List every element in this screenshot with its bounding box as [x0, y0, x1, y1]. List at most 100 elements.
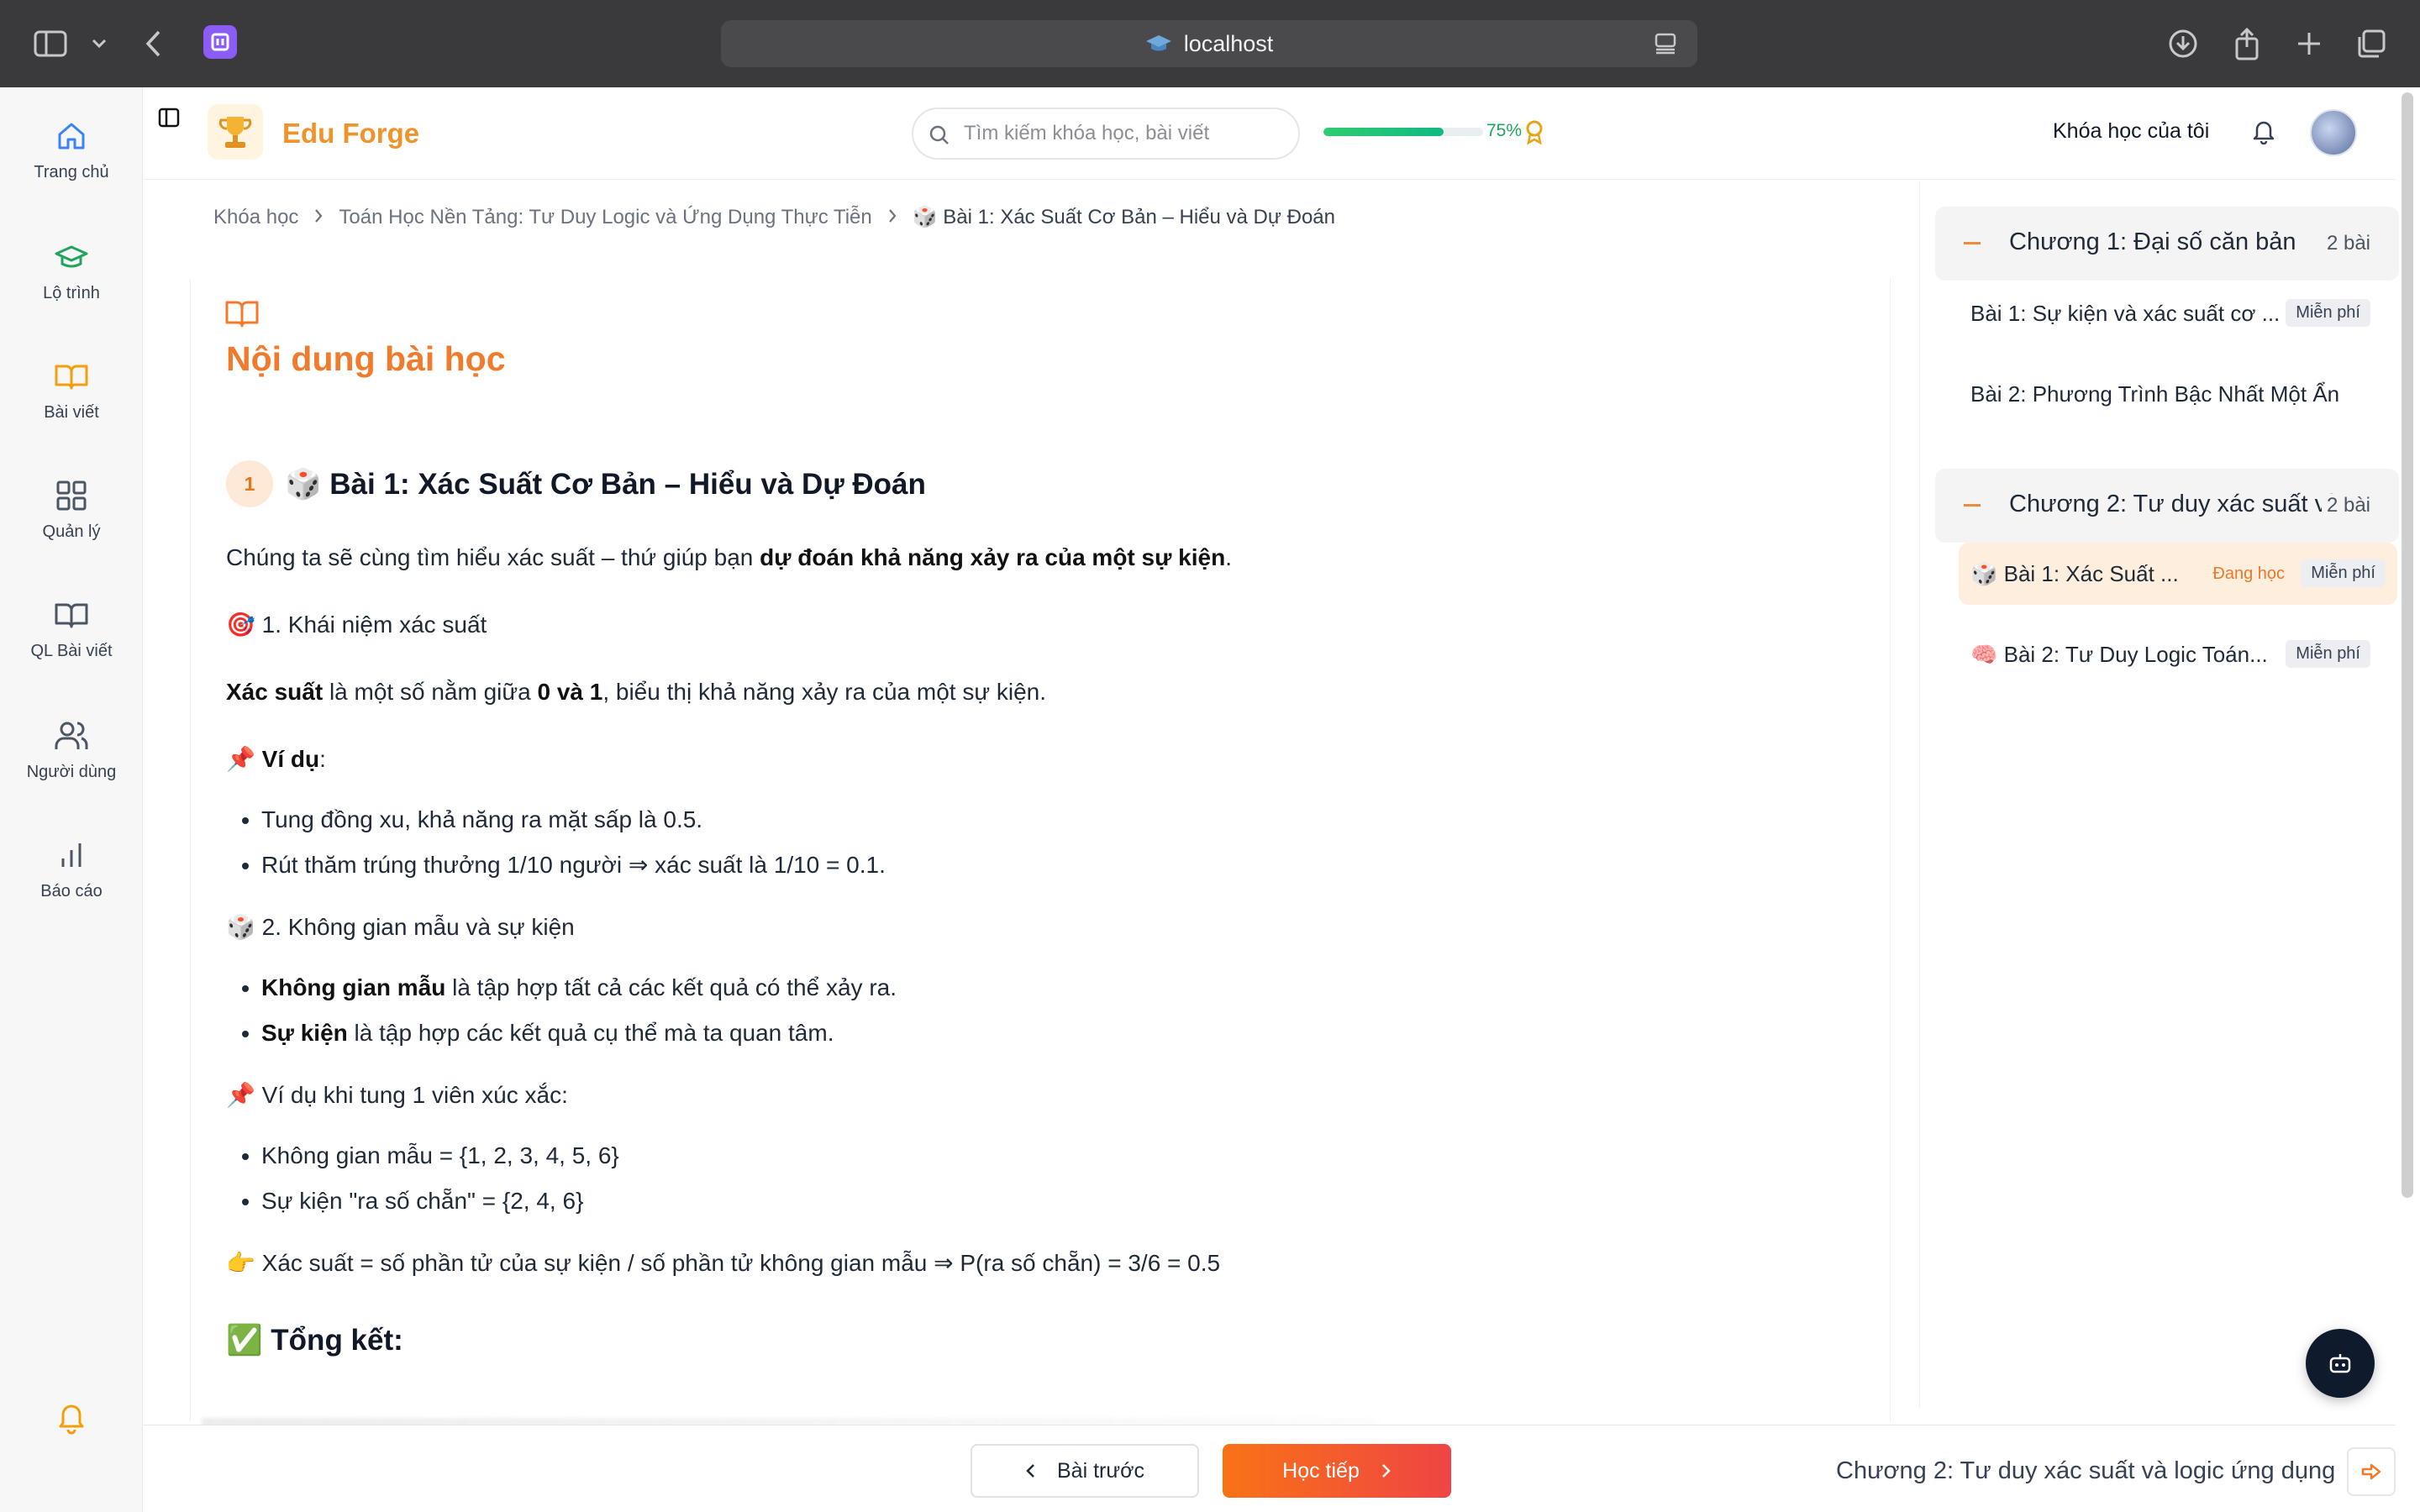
formula-paragraph: 👉 Xác suất = số phần tử của sự kiện / số…	[226, 1250, 1221, 1276]
collapse-icon	[1964, 504, 1981, 507]
outline-lesson-title: 🎲 Bài 1: Xác Suất ...	[1970, 561, 2179, 586]
bar-chart-icon	[53, 837, 90, 874]
reader-mode-icon[interactable]	[1654, 32, 1677, 60]
avatar[interactable]	[2310, 109, 2357, 156]
list-item: Không gian mẫu = {1, 2, 3, 4, 5, 6}	[261, 1139, 1823, 1173]
progress-fill	[1323, 128, 1444, 136]
bell-icon	[53, 1398, 90, 1435]
next-lesson-button[interactable]: Học tiếp	[1223, 1444, 1451, 1498]
graduation-cap-icon	[53, 239, 90, 276]
graduation-cap-favicon-icon	[1145, 35, 1171, 51]
home-icon	[53, 118, 90, 155]
free-badge: Miễn phí	[2286, 640, 2370, 668]
chapter-header[interactable]: Chương 2: Tư duy xác suất và 2 bài	[1935, 469, 2399, 543]
bell-icon[interactable]	[2251, 118, 2276, 149]
chapter-title: Chương 1: Đại số căn bản	[2009, 228, 2296, 255]
outline-lesson-active[interactable]: 🎲 Bài 1: Xác Suất ... Đang học Miễn phí	[1959, 543, 2397, 605]
search-icon	[929, 124, 950, 150]
robot-icon	[2329, 1354, 2351, 1373]
book-icon	[53, 596, 90, 633]
definition-paragraph: Xác suất là một số nằm giữa 0 và 1, biểu…	[226, 679, 1047, 705]
left-nav-rail: Trang chủ Lộ trình Bài viết Quản lý QL B…	[0, 87, 143, 1512]
progress-bar	[1323, 128, 1483, 136]
download-icon[interactable]	[2165, 25, 2202, 62]
brand-logo[interactable]	[208, 104, 263, 160]
dice-list: Không gian mẫu = {1, 2, 3, 4, 5, 6} Sự k…	[261, 1139, 1823, 1218]
breadcrumb-current-lesson: 🎲 Bài 1: Xác Suất Cơ Bản – Hiểu và Dự Đo…	[912, 206, 1335, 228]
free-badge: Miễn phí	[2301, 559, 2386, 587]
studying-status: Đang học	[2212, 564, 2285, 583]
next-chapter-label[interactable]: Chương 2: Tư duy xác suất và logic ứng d…	[1836, 1457, 2335, 1485]
breadcrumb-courses[interactable]: Khóa học	[213, 206, 298, 229]
address-bar[interactable]: localhost	[721, 20, 1697, 67]
breadcrumb-course[interactable]: Toán Học Nền Tảng: Tư Duy Logic và Ứng D…	[339, 206, 871, 229]
lesson-nav-bar: Bài trước Học tiếp Chương 2: Tư duy xác …	[144, 1425, 2396, 1512]
progress-percent: 75%	[1486, 121, 1523, 140]
list-item: Không gian mẫu là tập hợp tất cả các kết…	[261, 971, 1823, 1005]
nav-label: QL Bài viết	[30, 642, 113, 660]
previous-lesson-button[interactable]: Bài trước	[971, 1444, 1199, 1498]
brand-name[interactable]: Edu Forge	[282, 118, 419, 150]
breadcrumb: Khóa học Toán Học Nền Tảng: Tư Duy Logic…	[213, 205, 1335, 229]
page-scrollbar[interactable]	[2402, 92, 2413, 1198]
free-badge: Miễn phí	[2286, 299, 2370, 327]
outline-lesson[interactable]: 🧠 Bài 2: Tư Duy Logic Toán... Miễn phí	[1959, 623, 2384, 685]
tab-overview-icon[interactable]	[2353, 25, 2390, 62]
my-courses-link[interactable]: Khóa học của tôi	[2053, 119, 2209, 144]
panel-toggle-icon[interactable]	[157, 106, 181, 134]
outline-lesson-title: 🧠 Bài 2: Tư Duy Logic Toán...	[1970, 642, 2268, 667]
app-extension-icon[interactable]	[203, 25, 237, 59]
chapter-lesson-count: 2 bài	[2321, 232, 2370, 255]
search-box[interactable]	[912, 108, 1300, 160]
list-item: Rút thăm trúng thưởng 1/10 người ⇒ xác s…	[261, 848, 1823, 882]
back-icon[interactable]	[134, 25, 171, 62]
trophy-icon	[218, 117, 252, 148]
lesson-number-badge: 1	[226, 460, 273, 507]
share-icon[interactable]	[2228, 25, 2265, 62]
heading-concept: 🎯 1. Khái niệm xác suất	[226, 612, 487, 638]
intro-paragraph: Chúng ta sẽ cùng tìm hiểu xác suất – thứ…	[226, 544, 1232, 570]
sidebar-toggle-icon[interactable]	[32, 25, 69, 62]
example-list: Tung đồng xu, khả năng ra mặt sấp là 0.5…	[261, 803, 1823, 882]
chapter-header[interactable]: Chương 1: Đại số căn bản 2 bài	[1935, 207, 2399, 281]
section-title: Nội dung bài học	[226, 339, 506, 378]
chevron-left-icon	[1026, 1464, 1034, 1478]
medal-icon	[1525, 119, 1544, 149]
nav-item-roadmap[interactable]: Lộ trình	[0, 239, 143, 303]
nav-label: Lộ trình	[43, 284, 100, 302]
chapter-title: Chương 2: Tư duy xác suất và	[2009, 491, 2341, 517]
next-chapter-button[interactable]	[2347, 1447, 2396, 1496]
outline-lesson-title: Bài 1: Sự kiện và xác suất cơ ...	[1970, 301, 2281, 326]
grid-icon	[53, 477, 90, 514]
nav-item-articles[interactable]: Bài viết	[0, 358, 143, 423]
browser-toolbar: localhost	[0, 0, 2420, 87]
example-label: 📌 Ví dụ:	[226, 746, 326, 772]
nav-item-reports[interactable]: Báo cáo	[0, 837, 143, 901]
nav-label: Quản lý	[42, 522, 101, 541]
nav-label: Trang chủ	[34, 163, 109, 181]
nav-item-users[interactable]: Người dùng	[0, 717, 143, 782]
book-open-icon	[224, 299, 260, 333]
lesson-title: 🎲 Bài 1: Xác Suất Cơ Bản – Hiểu và Dự Đo…	[285, 467, 926, 501]
outline-lesson[interactable]: Bài 2: Phương Trình Bậc Nhất Một Ẩn	[1959, 363, 2384, 425]
course-outline: Chương 1: Đại số căn bản 2 bài Bài 1: Sự…	[1919, 181, 2399, 1408]
summary-title: ✅ Tổng kết:	[226, 1324, 403, 1357]
previous-label: Bài trước	[1057, 1458, 1144, 1483]
lesson-body: Chúng ta sẽ cùng tìm hiểu xác suất – thứ…	[226, 541, 1823, 1357]
nav-item-home[interactable]: Trang chủ	[0, 118, 143, 182]
new-tab-icon[interactable]	[2291, 25, 2328, 62]
nav-item-management[interactable]: Quản lý	[0, 477, 143, 542]
lesson-content: Nội dung bài học 1 🎲 Bài 1: Xác Suất Cơ …	[190, 279, 1891, 1421]
nav-item-article-management[interactable]: QL Bài viết	[0, 596, 143, 661]
nav-label: Bài viết	[44, 403, 99, 422]
chapter-lesson-count: 2 bài	[2321, 494, 2370, 517]
lesson-heading: 1 🎲 Bài 1: Xác Suất Cơ Bản – Hiểu và Dự …	[226, 460, 926, 507]
list-item: Sự kiện "ra số chẵn" = {2, 4, 6}	[261, 1184, 1823, 1218]
chatbot-button[interactable]	[2306, 1329, 2375, 1398]
outline-lesson-title: Bài 2: Phương Trình Bậc Nhất Một Ẩn	[1970, 381, 2340, 407]
chevron-down-icon[interactable]	[81, 25, 118, 62]
outline-lesson[interactable]: Bài 1: Sự kiện và xác suất cơ ... Miễn p…	[1959, 282, 2384, 344]
arrow-right-icon	[2361, 1463, 2381, 1480]
search-input[interactable]	[964, 121, 1249, 146]
notification-rail-button[interactable]	[0, 1398, 143, 1435]
